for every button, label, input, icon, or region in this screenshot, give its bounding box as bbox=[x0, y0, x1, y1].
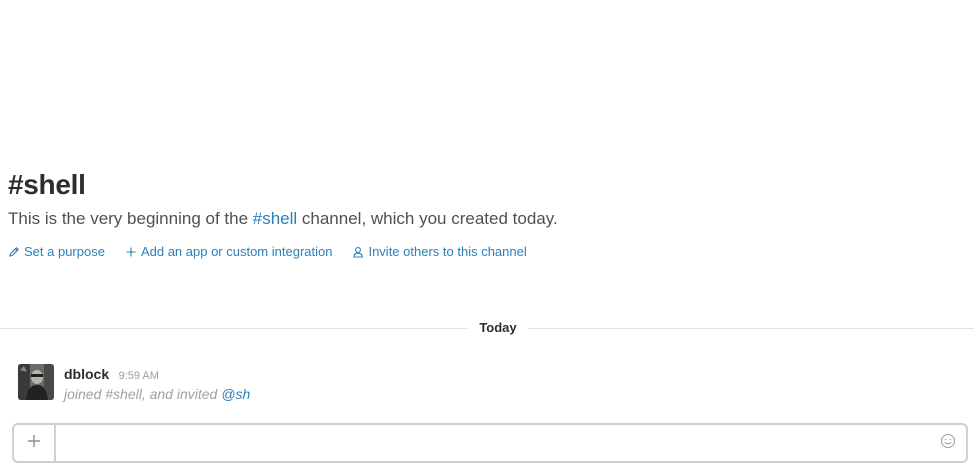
channel-actions: Set a purpose Add an app or custom integ… bbox=[8, 244, 547, 259]
channel-link[interactable]: #shell bbox=[253, 209, 297, 228]
message-timestamp[interactable]: 9:59 AM bbox=[119, 370, 159, 382]
user-mention[interactable]: @sh bbox=[221, 386, 250, 402]
message-input[interactable] bbox=[56, 425, 930, 461]
invite-others-label: Invite others to this channel bbox=[368, 244, 527, 259]
message-body: joined #shell, and invited @sh bbox=[64, 385, 250, 403]
add-app-label: Add an app or custom integration bbox=[140, 244, 333, 259]
day-divider-label: Today bbox=[468, 319, 528, 337]
set-purpose-link[interactable]: Set a purpose bbox=[8, 244, 105, 259]
message-author[interactable]: dblock bbox=[64, 366, 109, 382]
channel-description-suffix: channel, which you created today. bbox=[297, 209, 558, 228]
person-icon bbox=[352, 246, 364, 258]
channel-intro: #shell This is the very beginning of the… bbox=[8, 168, 558, 230]
message-item: dblock 9:59 AM joined #shell, and invite… bbox=[18, 364, 918, 404]
emoji-button[interactable] bbox=[930, 425, 966, 461]
plus-icon bbox=[125, 246, 137, 258]
plus-icon bbox=[26, 433, 42, 454]
message-composer bbox=[12, 423, 968, 463]
attach-button[interactable] bbox=[14, 425, 56, 461]
channel-view: #shell This is the very beginning of the… bbox=[0, 0, 974, 469]
smiley-icon bbox=[940, 433, 956, 454]
channel-description: This is the very beginning of the #shell… bbox=[8, 208, 558, 230]
message-text: joined #shell, and invited bbox=[64, 386, 222, 402]
message-header: dblock 9:59 AM bbox=[64, 365, 159, 385]
invite-others-link[interactable]: Invite others to this channel bbox=[352, 244, 527, 259]
pencil-icon bbox=[8, 246, 20, 258]
channel-description-prefix: This is the very beginning of the bbox=[8, 209, 253, 228]
add-app-link[interactable]: Add an app or custom integration bbox=[125, 244, 333, 259]
set-purpose-label: Set a purpose bbox=[24, 244, 105, 259]
channel-title: #shell bbox=[8, 169, 86, 200]
user-avatar[interactable] bbox=[18, 364, 54, 400]
